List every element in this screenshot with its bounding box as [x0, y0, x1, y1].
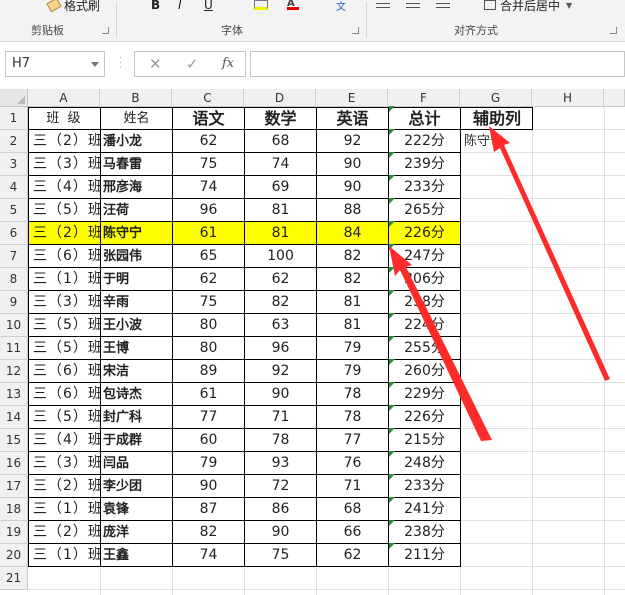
- group-label-clipboard: 剪贴板: [31, 24, 64, 37]
- worksheet-grid: ABCDEFGH 1 2 3 4 5 6 7 8 9 10 11 12 13 14 15 16 17 18 19 20…: [0, 89, 625, 595]
- align-center-button[interactable]: [406, 0, 420, 13]
- fill-color-icon: [254, 0, 268, 10]
- format-painter-icon: [46, 0, 62, 13]
- font-launcher-icon[interactable]: [352, 27, 359, 34]
- merge-center-icon: [484, 0, 496, 10]
- align-center-icon: [406, 2, 420, 8]
- drag-handle-icon[interactable]: · · ·: [119, 54, 122, 74]
- italic-button[interactable]: I: [178, 0, 182, 13]
- phonetic-icon[interactable]: 文: [336, 0, 346, 13]
- align-right-icon: [436, 2, 450, 8]
- font-color-button[interactable]: A: [287, 0, 299, 13]
- formula-input[interactable]: [250, 51, 625, 77]
- annotation-arrows: [389, 126, 610, 441]
- alignment-launcher-icon[interactable]: [610, 27, 617, 34]
- formula-bar: H7 · · · ✕ ✓ fx: [0, 42, 625, 89]
- align-left-icon: [376, 2, 390, 8]
- merge-center-button[interactable]: 合并后居中 ▼: [484, 0, 572, 13]
- enter-icon[interactable]: ✓: [186, 55, 199, 73]
- annotation-arrow-right: [489, 126, 610, 381]
- align-left-button[interactable]: [376, 0, 390, 13]
- format-painter-button[interactable]: 格式刷: [46, 0, 100, 13]
- fill-color-button[interactable]: [254, 0, 268, 13]
- ribbon-separator: [116, 2, 117, 38]
- group-label-font: 字体: [221, 24, 243, 37]
- chevron-down-icon[interactable]: [91, 62, 99, 67]
- formula-tools: ✕ ✓ fx: [134, 51, 246, 77]
- ribbon: 格式刷 B I U A 文 合并后居中 ▼ 剪贴板 字体 对齐方式: [0, 0, 625, 42]
- bold-button[interactable]: B: [151, 0, 160, 13]
- annotation-arrow-left: [389, 246, 492, 441]
- name-box[interactable]: H7: [5, 51, 105, 77]
- group-label-alignment: 对齐方式: [454, 24, 498, 37]
- insert-function-icon[interactable]: fx: [222, 56, 234, 71]
- cancel-icon[interactable]: ✕: [149, 55, 162, 73]
- chevron-down-icon: ▼: [566, 0, 573, 10]
- font-color-icon: A: [287, 0, 299, 10]
- clipboard-launcher-icon[interactable]: [102, 27, 109, 34]
- ribbon-separator: [366, 2, 367, 38]
- align-right-button[interactable]: [436, 0, 450, 13]
- underline-button[interactable]: U: [204, 0, 213, 13]
